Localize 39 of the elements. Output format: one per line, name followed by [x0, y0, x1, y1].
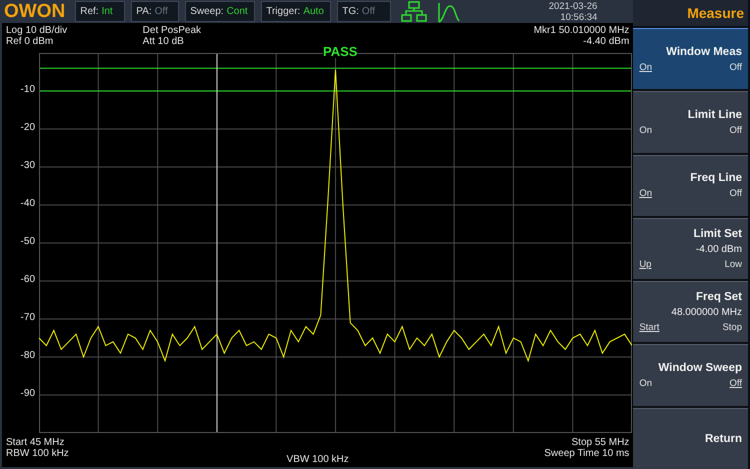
- axis-label: -50: [20, 236, 35, 247]
- axis-label: -70: [20, 312, 35, 323]
- status-box: PA: Off: [131, 1, 180, 22]
- axis-label: -40: [20, 198, 35, 209]
- setting-text: Log 10 dB/div: [6, 25, 68, 36]
- softkey[interactable]: Freq Set 48.000000 MHz Start Stop: [633, 281, 748, 342]
- axis-label: -80: [20, 350, 35, 361]
- setting-text: Ref 0 dBm: [6, 36, 54, 47]
- status-box: Sweep: Cont: [185, 1, 256, 22]
- setting-text: RBW 100 kHz: [6, 448, 70, 459]
- axis-label: -30: [20, 160, 35, 171]
- status-box: TG: Off: [337, 1, 392, 22]
- marker-readout: -4.40 dBm: [583, 36, 630, 47]
- axis-label: -90: [20, 388, 35, 399]
- network-icon: [401, 0, 428, 22]
- pass-label: PASS: [323, 45, 358, 58]
- curve-icon: [437, 0, 462, 22]
- axis-label: -20: [20, 122, 35, 133]
- axis-label: -10: [20, 84, 35, 95]
- setting-text: Start 45 MHz: [6, 437, 66, 448]
- softkey[interactable]: Window Sweep On Off: [633, 344, 748, 406]
- date-text: 2021-03-26: [548, 0, 598, 12]
- softkey[interactable]: Return: [633, 408, 748, 469]
- setting-text: Stop 55 MHz: [572, 437, 630, 448]
- status-box: Trigger: Auto: [261, 1, 332, 22]
- softkey[interactable]: Freq Line On Off: [633, 154, 748, 216]
- menu-title: Measure: [633, 0, 748, 26]
- setting-text: Att 10 dB: [142, 36, 185, 47]
- axis-label: -60: [20, 274, 35, 285]
- setting-text: VBW 100 kHz: [286, 454, 349, 465]
- time-text: 10:56:34: [560, 12, 598, 22]
- logo: OWON: [4, 0, 66, 22]
- softkey[interactable]: Limit Set -4.00 dBm Up Low: [633, 218, 748, 280]
- marker-readout: Mkr1 50.010000 MHz: [534, 25, 630, 36]
- status-box: Ref: Int: [75, 1, 126, 22]
- softkey[interactable]: Limit Line On Off: [633, 91, 748, 153]
- softkey[interactable]: Window Meas On Off: [633, 28, 748, 90]
- setting-text: Sweep Time 10 ms: [544, 448, 630, 459]
- setting-text: Det PosPeak: [142, 25, 202, 36]
